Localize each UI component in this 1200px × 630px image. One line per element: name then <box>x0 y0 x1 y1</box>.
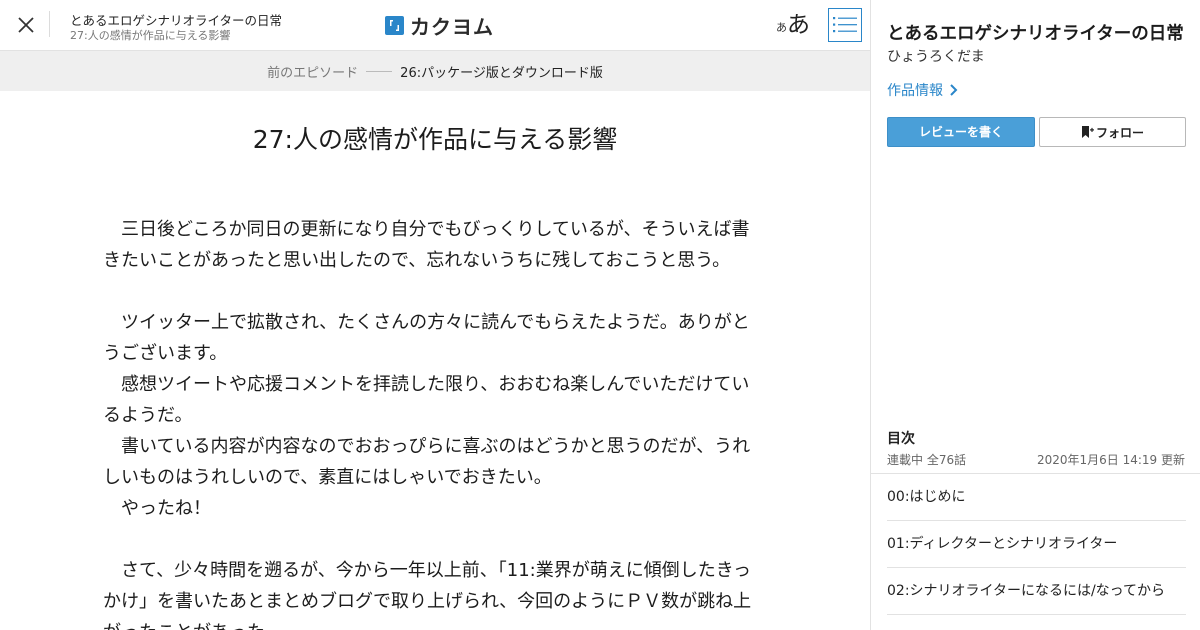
prev-episode-divider <box>366 70 393 72</box>
font-size-small-glyph: あ <box>776 21 787 34</box>
body-line: さて、少々時間を遡るが、今から一年以上前、「11:業界が萌えに傾倒したきっ <box>103 560 751 581</box>
body-line: 感想ツイートや応援コメントを拝読した限り、おおむね楽しんでいただけてい <box>103 374 750 395</box>
toc-heading: 目次 <box>887 431 915 447</box>
chevron-right-icon <box>950 84 958 96</box>
bookmark-plus-icon <box>1081 126 1094 138</box>
toc-toggle-button[interactable] <box>828 8 862 42</box>
episode-title: 27:人の感情が作品に与える影響 <box>252 125 618 154</box>
reader-main: とあるエロゲシナリオライターの日常 27:人の感情が作品に与える影響 カクヨム … <box>0 0 870 630</box>
body-line: しいものはうれしいので、素直にはしゃいでおきたい。 <box>103 467 552 488</box>
follow-button[interactable]: フォロー <box>1039 117 1186 147</box>
logo-mark-icon <box>385 15 404 35</box>
logo-text: カクヨム <box>410 14 494 39</box>
body-line: るようだ。 <box>103 405 193 426</box>
sidebar-author[interactable]: ひょうろくだま <box>887 46 985 66</box>
work-info-label: 作品情報 <box>887 83 943 99</box>
toc-list: 00:はじめに 01:ディレクターとシナリオライター 02:シナリオライターになるに… <box>871 473 1200 615</box>
body-line <box>103 524 763 555</box>
body-line: 三日後どころか同日の更新になり自分でもびっくりしているが、そういえば書 <box>103 219 750 240</box>
prev-episode-label: 前のエピソード <box>267 65 359 81</box>
prev-episode-bar: 前のエピソード 26:パッケージ版とダウンロード版 <box>0 51 870 91</box>
prev-episode-link[interactable]: 26:パッケージ版とダウンロード版 <box>400 62 603 81</box>
sidebar-work-title[interactable]: とあるエロゲシナリオライターの日常 <box>887 20 1184 45</box>
header-divider <box>49 11 50 37</box>
toc-item[interactable]: 01:ディレクターとシナリオライター <box>887 521 1186 568</box>
reader-header: とあるエロゲシナリオライターの日常 27:人の感情が作品に与える影響 カクヨム … <box>0 0 870 51</box>
font-size-large-glyph: あ <box>787 12 810 38</box>
episode-subtitle: 27:人の感情が作品に与える影響 <box>70 29 231 42</box>
body-line: がったことがあった。 <box>103 617 763 630</box>
list-icon <box>833 17 857 33</box>
follow-button-label: フォロー <box>1095 125 1144 140</box>
close-icon <box>18 17 34 33</box>
body-line: ツイッター上で拡散され、たくさんの方々に読んでもらえたようだ。ありがと <box>103 312 750 333</box>
font-size-button[interactable]: あ あ <box>776 8 810 42</box>
toc-status: 連載中 全76話 <box>887 453 967 467</box>
body-line: うございます。 <box>103 343 228 364</box>
toc-item[interactable]: 00:はじめに <box>887 474 1186 521</box>
body-line: やったね！ <box>103 498 211 519</box>
toc-updated: 2020年1月6日 14:19 更新 <box>1036 453 1185 467</box>
work-info-link[interactable]: 作品情報 <box>887 80 958 100</box>
body-line <box>103 276 763 307</box>
sidebar: とあるエロゲシナリオライターの日常 ひょうろくだま 作品情報 レビューを書く フ… <box>870 0 1200 630</box>
body-line: かけ」を書いたあとまとめブログで取り上げられ、今回のようにＰＶ数が跳ね上 <box>103 591 752 612</box>
episode-body: 三日後どころか同日の更新になり自分でもびっくりしているが、そういえば書 きたいこと… <box>103 214 763 630</box>
write-review-button[interactable]: レビューを書く <box>887 117 1035 147</box>
kakuyomu-logo[interactable]: カクヨム <box>385 12 494 39</box>
body-line: 書いている内容が内容なのでおおっぴらに喜ぶのはどうかと思うのだが、うれ <box>103 436 751 457</box>
toc-item[interactable]: 02:シナリオライターになるには/なってから <box>887 568 1186 615</box>
close-button[interactable] <box>14 13 38 37</box>
body-line: きたいことがあったと思い出したので、忘れないうちに残しておこうと思う。 <box>103 250 731 271</box>
